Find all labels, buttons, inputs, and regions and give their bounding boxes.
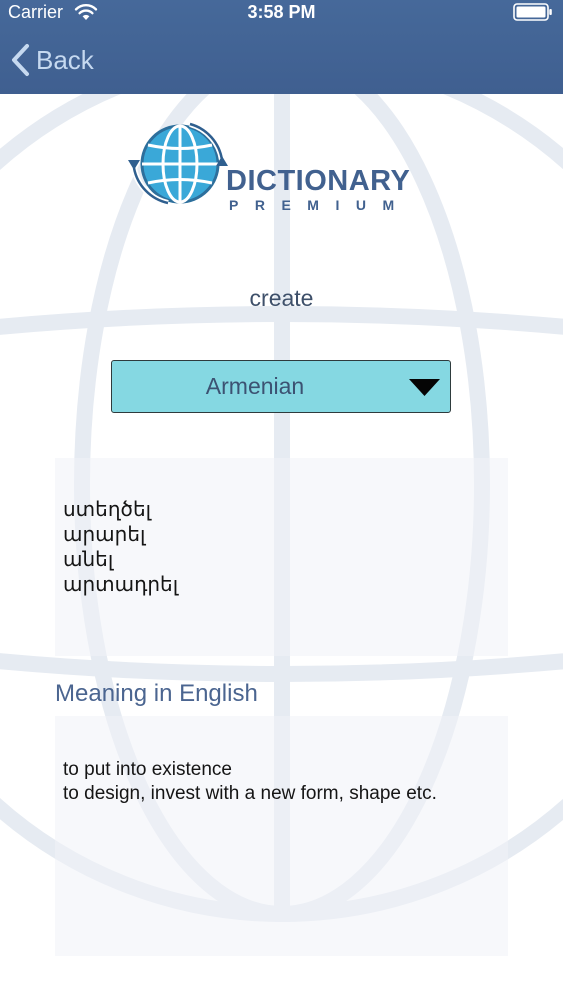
- language-dropdown[interactable]: Armenian: [111, 360, 451, 413]
- navigation-bar: Carrier 3:58 PM Back: [0, 0, 563, 94]
- meaning-panel: to put into existence to design, invest …: [55, 716, 508, 956]
- main-content: DICTIONARY PREMIUM create Armenian ստեղծ…: [0, 94, 563, 1000]
- meaning-heading: Meaning in English: [55, 680, 258, 707]
- language-dropdown-value: Armenian: [205, 373, 305, 399]
- search-word: create: [249, 285, 314, 311]
- back-button[interactable]: Back: [10, 42, 94, 78]
- translation-list: ստեղծել արարել անել արտադրել: [63, 498, 178, 598]
- meaning-item: to design, invest with a new form, shape…: [63, 783, 437, 804]
- meaning-list: to put into existence to design, invest …: [63, 758, 437, 806]
- battery-icon: [513, 3, 552, 21]
- translation-item: անել: [63, 549, 114, 571]
- translation-panel: ստեղծել արարել անել արտադրել: [55, 458, 508, 656]
- globe-icon: [128, 121, 228, 206]
- logo-subtitle: PREMIUM: [229, 197, 411, 213]
- chevron-down-icon: [409, 379, 440, 396]
- app-logo: DICTIONARY PREMIUM: [128, 120, 438, 212]
- translation-item: արտադրել: [63, 574, 179, 596]
- translation-item: ստեղծել: [63, 499, 152, 521]
- logo-title: DICTIONARY: [226, 165, 411, 197]
- meaning-item: to put into existence: [63, 759, 232, 780]
- translation-item: արարել: [63, 524, 146, 546]
- back-label: Back: [36, 44, 94, 75]
- status-time: 3:58 PM: [247, 2, 316, 22]
- chevron-left-icon: [12, 44, 29, 76]
- status-bar: Carrier 3:58 PM: [0, 0, 563, 26]
